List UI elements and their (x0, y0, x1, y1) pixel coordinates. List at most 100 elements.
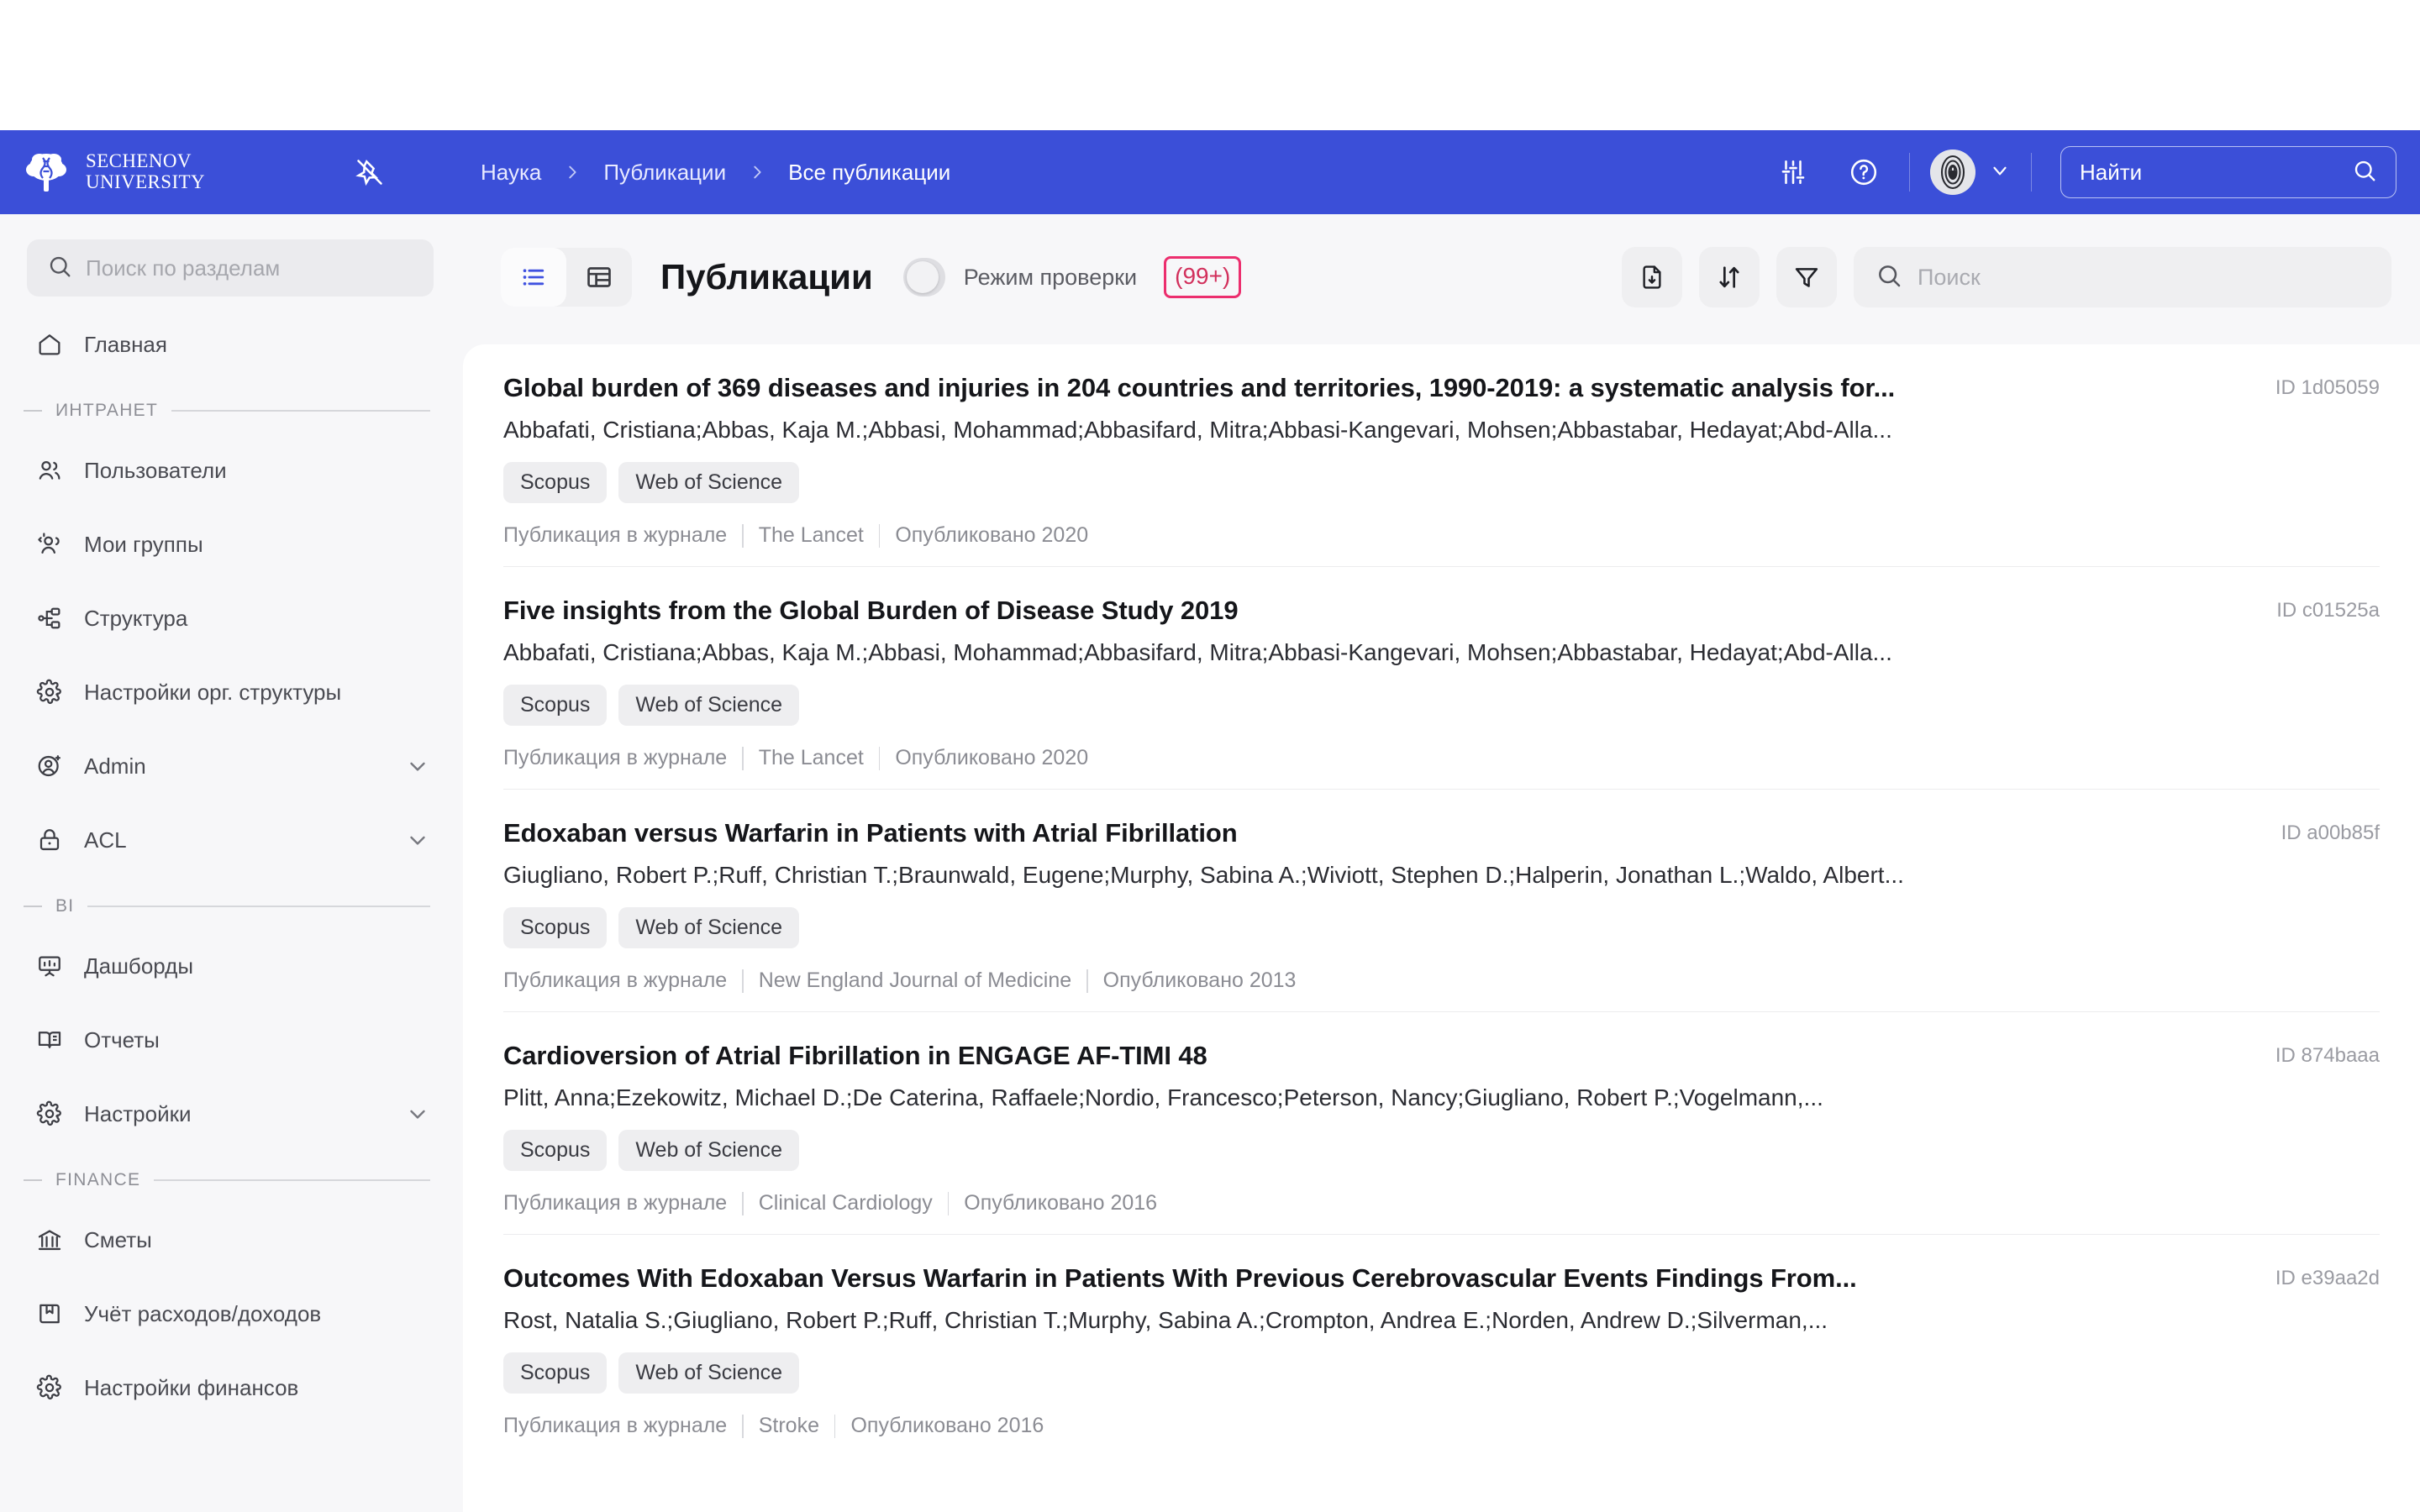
table-row[interactable]: Global burden of 369 diseases and injuri… (503, 344, 2380, 567)
publication-tags: Scopus Web of Science (503, 462, 2380, 503)
publication-title[interactable]: Outcomes With Edoxaban Versus Warfarin i… (503, 1263, 2016, 1294)
breadcrumb-item-0[interactable]: Наука (481, 160, 541, 186)
table-view-icon[interactable] (566, 248, 632, 307)
check-mode-control: Режим проверки (99+) (902, 256, 1242, 298)
sort-arrows-icon[interactable] (1699, 247, 1760, 307)
sidebar-group-finance: FINANCE (0, 1168, 460, 1192)
sidebar-group-label: FINANCE (55, 1170, 141, 1189)
sidebar-item-struktura[interactable]: Структура (0, 592, 460, 644)
gear-icon (35, 678, 64, 706)
sidebar-item-nastroyki[interactable]: Настройки (0, 1088, 460, 1140)
status-badge[interactable]: Scopus (503, 685, 608, 726)
publication-title[interactable]: Five insights from the Global Burden of … (503, 596, 2016, 626)
sidebar-item-label: Дашборды (84, 953, 193, 979)
global-search-input[interactable]: Найти (2060, 146, 2396, 198)
sidebar-item-nastroyki-finansov[interactable]: Настройки финансов (0, 1362, 460, 1414)
status-badge[interactable]: Scopus (503, 1352, 608, 1394)
sidebar-item-admin[interactable]: Admin (0, 740, 460, 792)
publication-meta: Публикация в журнале The Lancet Опублико… (503, 746, 2380, 770)
status-badge[interactable]: Web of Science (618, 1130, 800, 1171)
meta-divider (834, 1414, 836, 1438)
status-badge[interactable]: Web of Science (618, 1352, 800, 1394)
sliders-icon[interactable] (1770, 149, 1817, 196)
group-dash (24, 410, 42, 412)
status-badge[interactable]: (99+) (1164, 256, 1242, 298)
publication-title[interactable]: Global burden of 369 diseases and injuri… (503, 373, 2016, 403)
status-badge[interactable]: Web of Science (618, 685, 800, 726)
chevron-down-icon (1989, 160, 2011, 186)
publication-authors: Plitt, Anna;Ezekowitz, Michael D.;De Cat… (503, 1084, 1823, 1110)
publication-tags: Scopus Web of Science (503, 907, 2380, 948)
sidebar-item-moi-gruppy[interactable]: Мои группы (0, 518, 460, 570)
sidebar-item-label: Структура (84, 605, 188, 631)
filter-icon[interactable] (1776, 247, 1837, 307)
status-badge[interactable]: Scopus (503, 462, 608, 503)
publication-title[interactable]: Cardioversion of Atrial Fibrillation in … (503, 1041, 2016, 1071)
status-badge[interactable]: Web of Science (618, 462, 800, 503)
sidebar-item-nastroyki-org-struktury[interactable]: Настройки орг. структуры (0, 666, 460, 718)
view-mode-switch (501, 248, 632, 307)
avatar-menu[interactable] (1930, 150, 2011, 195)
book-icon (35, 1026, 64, 1054)
app-header: SECHENOV UNIVERSITY Наука Публикации Все… (0, 130, 2420, 214)
user-admin-icon (35, 752, 64, 780)
sidebar-item-otchety[interactable]: Отчеты (0, 1014, 460, 1066)
header-actions: Найти (1758, 146, 2396, 198)
search-icon (1876, 262, 1902, 293)
table-row[interactable]: Outcomes With Edoxaban Versus Warfarin i… (503, 1235, 2380, 1457)
question-circle-icon[interactable] (1840, 149, 1887, 196)
status-badge[interactable]: Web of Science (618, 907, 800, 948)
publications-search-input[interactable]: Поиск (1854, 247, 2391, 307)
file-download-icon[interactable] (1622, 247, 1682, 307)
dashboard-icon (35, 952, 64, 980)
sidebar-item-label: Сметы (84, 1226, 152, 1252)
publication-meta: Публикация в журнале Stroke Опубликовано… (503, 1414, 2380, 1438)
sidebar-item-label: Учёт расходов/доходов (84, 1300, 322, 1326)
sidebar-item-glavnaya[interactable]: Главная (0, 318, 460, 370)
publication-journal: The Lancet (758, 746, 864, 769)
table-row[interactable]: Five insights from the Global Burden of … (503, 567, 2380, 790)
table-row[interactable]: Cardioversion of Atrial Fibrillation in … (503, 1012, 2380, 1235)
publication-type: Публикация в журнале (503, 969, 728, 992)
brand-logo-block[interactable]: SECHENOV UNIVERSITY (22, 148, 274, 197)
search-icon[interactable] (2352, 158, 2377, 187)
chevron-down-icon[interactable] (405, 1101, 430, 1126)
publication-meta: Публикация в журнале The Lancet Опублико… (503, 523, 2380, 548)
sidebar-item-acl[interactable]: ACL (0, 814, 460, 866)
publication-id: ID 874baaa (2275, 1044, 2380, 1067)
check-mode-toggle[interactable] (902, 258, 945, 297)
sidebar-search-input[interactable]: Поиск по разделам (27, 239, 434, 297)
table-row[interactable]: Edoxaban versus Warfarin in Patients wit… (503, 790, 2380, 1012)
breadcrumb-item-1[interactable]: Публикации (603, 160, 726, 186)
group-rule (154, 1179, 430, 1181)
publication-type: Публикация в журнале (503, 1414, 728, 1437)
tree-logo-icon (22, 148, 71, 197)
lock-icon (35, 826, 64, 854)
publication-authors: Abbafati, Cristiana;Abbas, Kaja M.;Abbas… (503, 417, 1892, 443)
publication-journal: Clinical Cardiology (758, 1191, 933, 1215)
sidebar-item-dashbordy[interactable]: Дашборды (0, 940, 460, 992)
publication-id: ID e39aa2d (2275, 1267, 2380, 1289)
publication-published: Опубликовано 2020 (895, 523, 1089, 547)
sidebar-item-smety[interactable]: Сметы (0, 1214, 460, 1266)
publication-type: Публикация в журнале (503, 1191, 728, 1215)
group-dash (24, 1179, 42, 1181)
pin-off-icon[interactable] (353, 155, 387, 189)
publication-published: Опубликовано 2013 (1102, 969, 1297, 992)
chevron-down-icon[interactable] (405, 753, 430, 779)
publication-meta: Публикация в журнале Clinical Cardiology… (503, 1191, 2380, 1215)
sidebar-item-uchet-raskhodov-dokhodov[interactable]: Учёт расходов/доходов (0, 1288, 460, 1340)
chevron-down-icon[interactable] (405, 827, 430, 853)
top-white-band (0, 0, 2420, 130)
publication-title[interactable]: Edoxaban versus Warfarin in Patients wit… (503, 818, 2016, 848)
publication-authors: Giugliano, Robert P.;Ruff, Christian T.;… (503, 862, 1904, 888)
meta-divider (742, 1414, 744, 1438)
group-rule (87, 906, 430, 907)
breadcrumb-item-2[interactable]: Все публикации (788, 160, 950, 186)
sidebar-item-polzovateli[interactable]: Пользователи (0, 444, 460, 496)
sidebar-group-intranet: ИНТРАНЕТ (0, 399, 460, 423)
list-view-icon[interactable] (501, 248, 566, 307)
status-badge[interactable]: Scopus (503, 907, 608, 948)
publication-id: ID a00b85f (2281, 822, 2380, 844)
status-badge[interactable]: Scopus (503, 1130, 608, 1171)
